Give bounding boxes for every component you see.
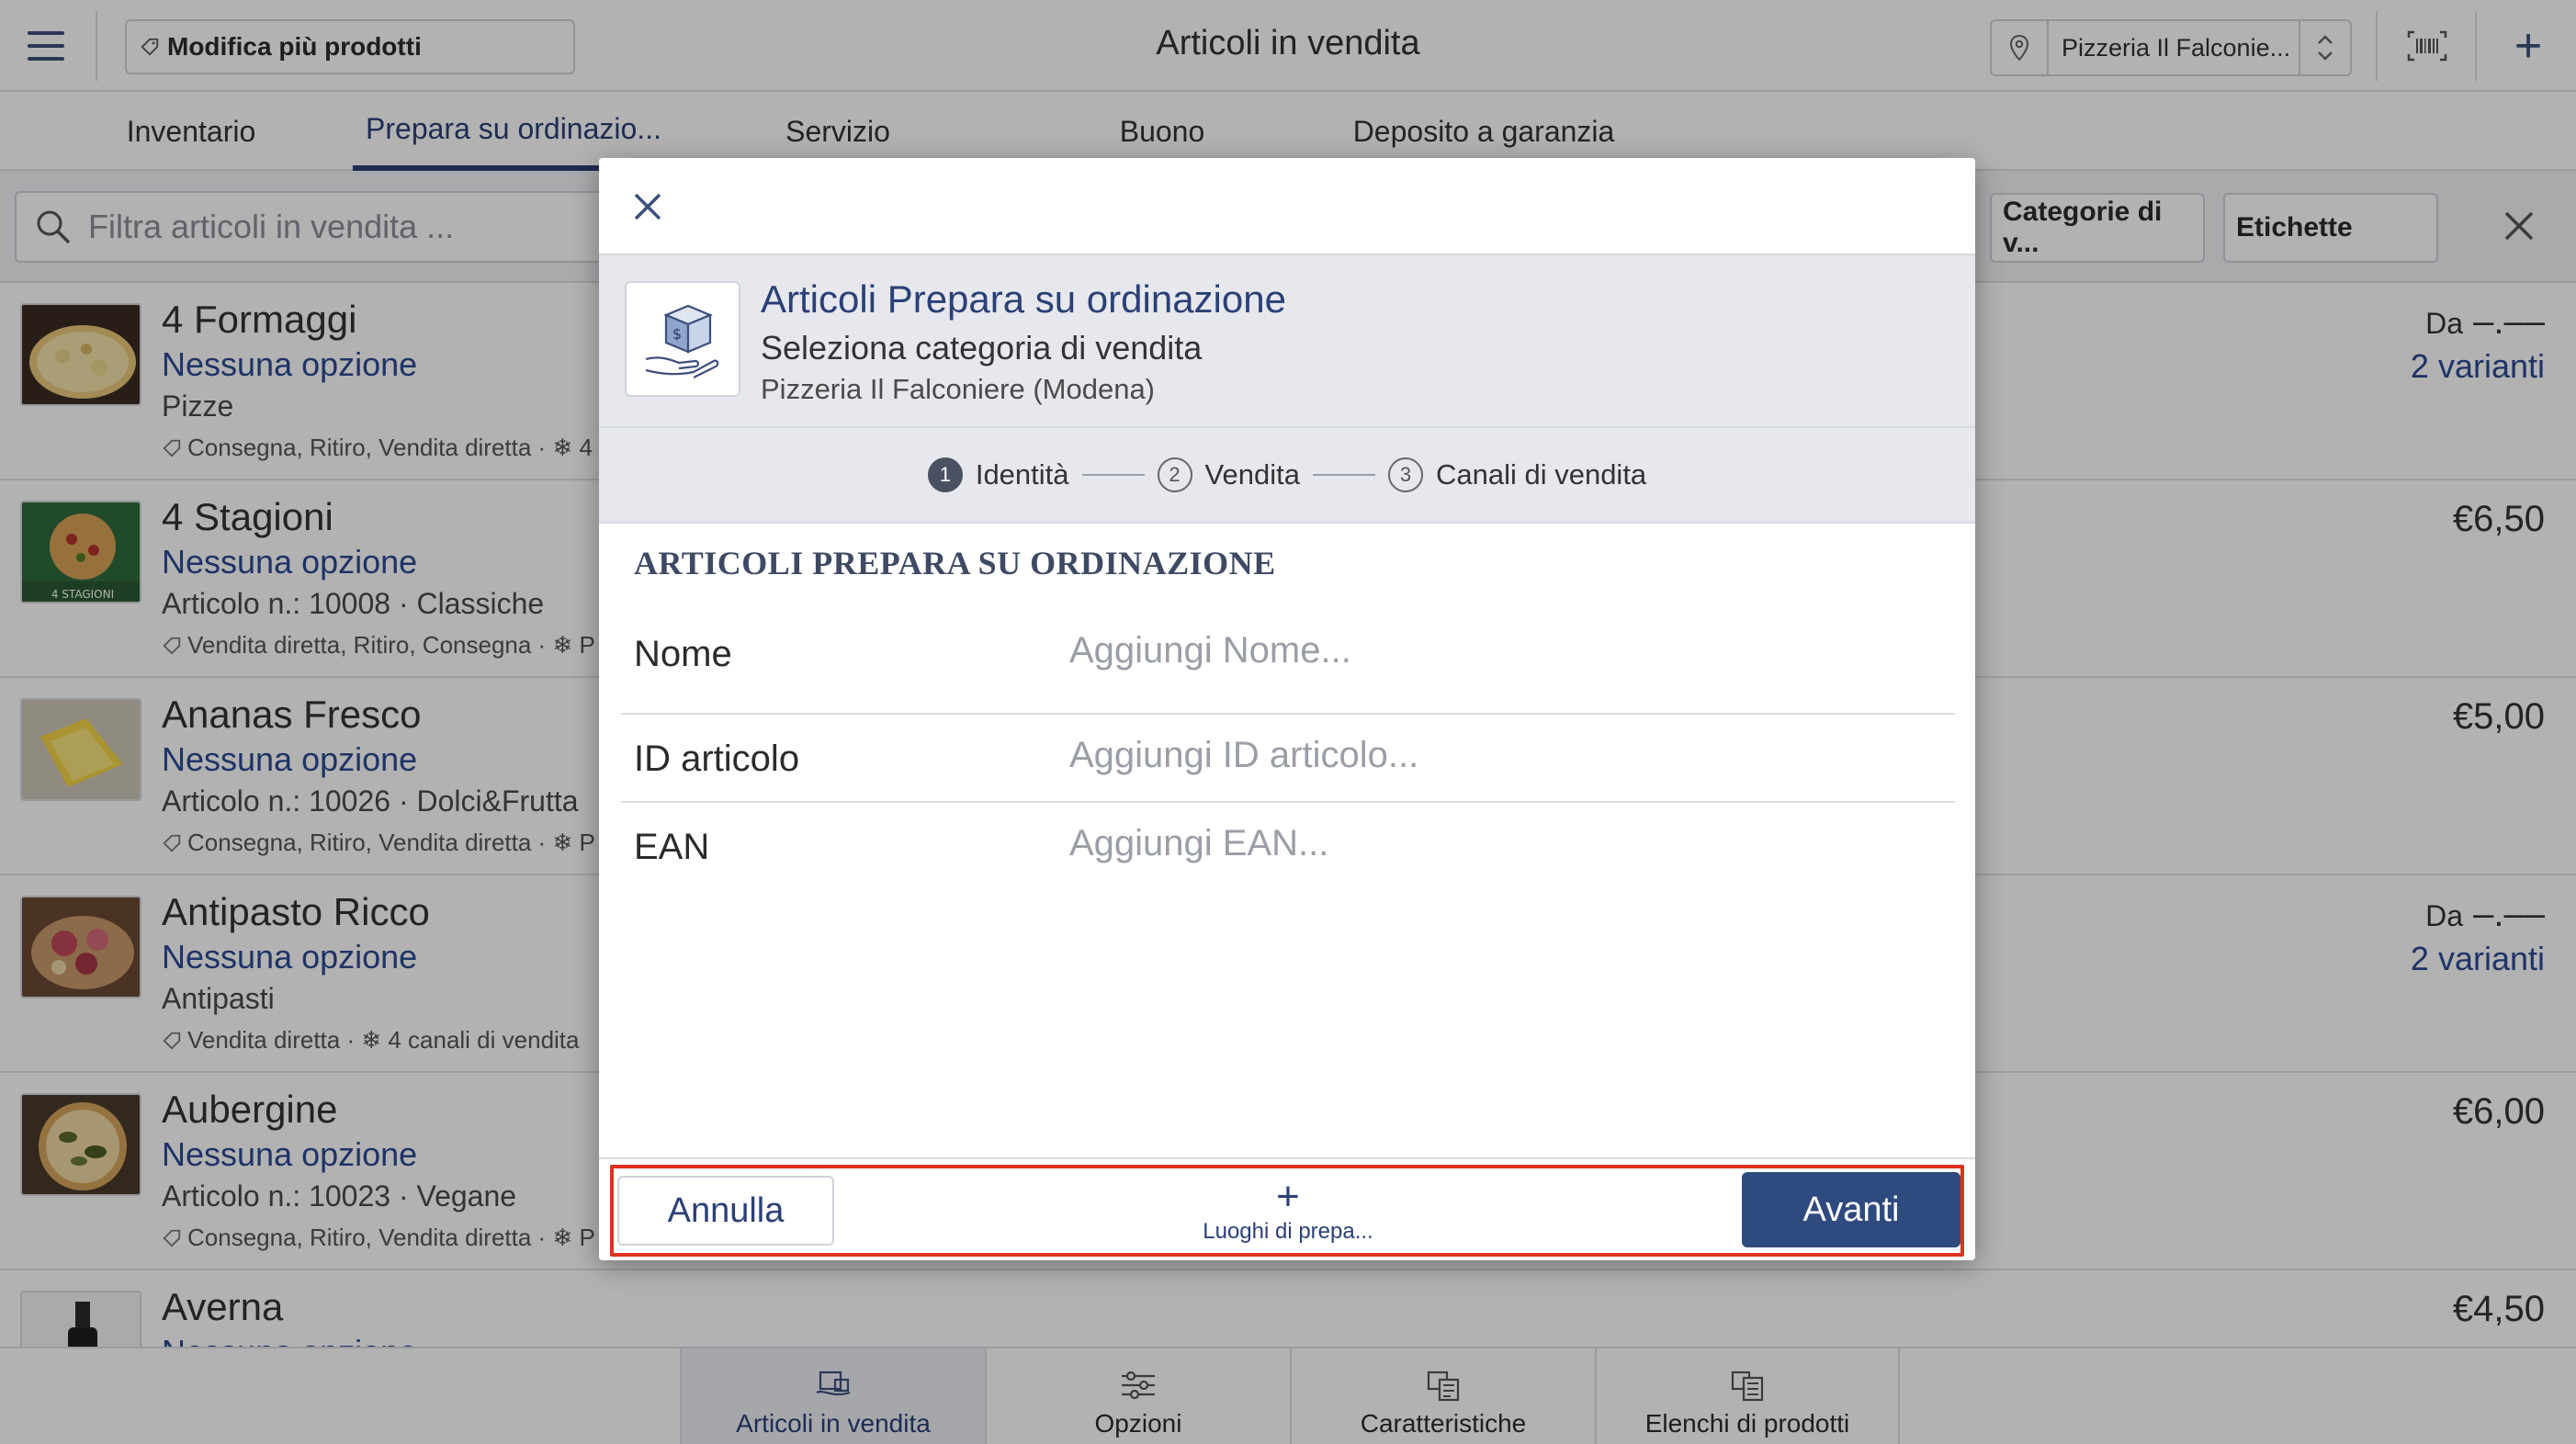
step-connector	[1081, 474, 1145, 476]
item-id-field-row: ID articolo	[621, 715, 1955, 803]
ean-input[interactable]	[1069, 823, 1933, 864]
step-identita[interactable]: 1 Identità	[927, 457, 1069, 492]
next-button[interactable]: Avanti	[1742, 1172, 1960, 1247]
step-canali-di-vendita[interactable]: 3 Canali di vendita	[1387, 457, 1647, 492]
step-number: 3	[1387, 457, 1423, 492]
dialog-store: Pizzeria Il Falconiere (Modena)	[761, 373, 1156, 405]
form-section-title: ARTICOLI PREPARA SU ORDINAZIONE	[634, 545, 1276, 581]
ean-field-row: EAN	[621, 803, 1955, 891]
close-icon[interactable]	[625, 184, 671, 230]
step-vendita[interactable]: 2 Vendita	[1157, 457, 1300, 492]
step-number: 1	[927, 457, 963, 492]
wizard-steps: 1 Identità 2 Vendita 3 Canali di vendita	[599, 428, 1975, 524]
ean-field-label: EAN	[634, 827, 710, 867]
preparation-places-label: Luoghi di prepa...	[1203, 1219, 1373, 1244]
step-label: Canali di vendita	[1435, 458, 1647, 491]
add-preparation-places-button[interactable]: + Luoghi di prepa...	[1187, 1168, 1389, 1253]
name-input[interactable]	[1069, 630, 1933, 671]
dialog-header: $ Articoli Prepara su ordinazione Selezi…	[599, 254, 1975, 428]
name-field-row: Nome	[621, 601, 1955, 715]
step-label: Vendita	[1204, 458, 1300, 491]
name-field-label: Nome	[634, 634, 732, 674]
cancel-button[interactable]: Annulla	[617, 1176, 834, 1246]
step-label: Identità	[975, 458, 1069, 491]
new-item-dialog: $ Articoli Prepara su ordinazione Selezi…	[599, 158, 1975, 1260]
item-id-field-label: ID articolo	[634, 739, 800, 779]
step-number: 2	[1157, 457, 1192, 492]
dialog-title: Articoli Prepara su ordinazione	[761, 277, 1286, 321]
item-id-input[interactable]	[1069, 735, 1933, 776]
svg-text:$: $	[672, 325, 682, 343]
dialog-toolbar	[599, 158, 1975, 254]
plus-icon: +	[1276, 1174, 1300, 1219]
step-connector	[1312, 474, 1375, 476]
dialog-subtitle: Seleziona categoria di vendita	[761, 329, 1203, 367]
dialog-footer: Annulla + Luoghi di prepa... Avanti	[599, 1157, 1975, 1260]
box-hand-dollar-icon: $	[625, 281, 740, 397]
